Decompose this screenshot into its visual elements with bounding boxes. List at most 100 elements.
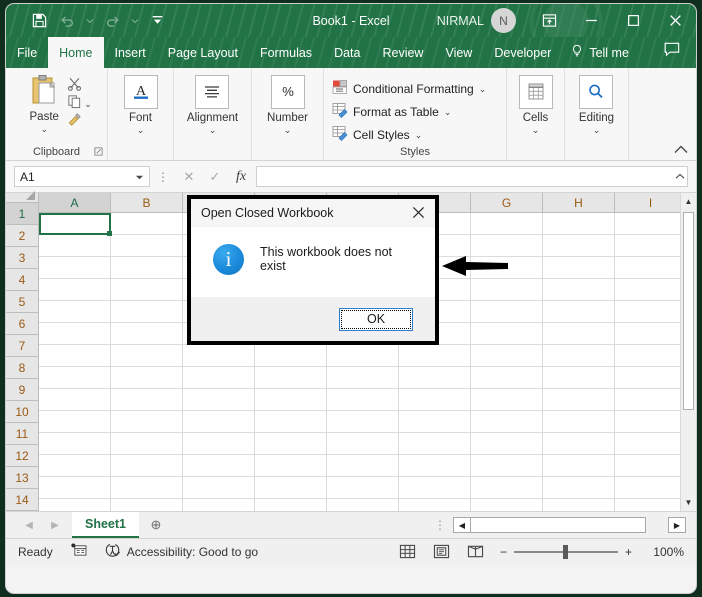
redo-chevron-down-icon[interactable] (127, 9, 142, 33)
cell-C10[interactable] (183, 411, 255, 433)
cell-G9[interactable] (471, 389, 543, 411)
row-header-9[interactable]: 9 (6, 379, 39, 401)
cell-F13[interactable] (399, 477, 471, 499)
cells-button[interactable]: Cells ⌄ (512, 72, 560, 135)
cell-H2[interactable] (543, 235, 615, 257)
row-header-12[interactable]: 12 (6, 445, 39, 467)
cell-D7[interactable] (255, 345, 327, 367)
cell-I10[interactable] (615, 411, 687, 433)
cell-C14[interactable] (183, 499, 255, 511)
cell-styles-chevron-down-icon[interactable]: ⌄ (415, 130, 423, 140)
column-header-H[interactable]: H (543, 193, 615, 213)
cell-G6[interactable] (471, 323, 543, 345)
scroll-right-icon[interactable]: ▶ (668, 517, 686, 533)
cell-B9[interactable] (111, 389, 183, 411)
save-icon[interactable] (26, 9, 52, 33)
cell-A1[interactable] (39, 213, 111, 235)
cell-G8[interactable] (471, 367, 543, 389)
conditional-formatting-button[interactable]: Conditional Formatting ⌄ (332, 78, 486, 99)
customize-quick-access-icon[interactable] (144, 9, 170, 33)
cell-B6[interactable] (111, 323, 183, 345)
tab-file[interactable]: File (6, 37, 48, 68)
cell-I11[interactable] (615, 433, 687, 455)
cell-H12[interactable] (543, 455, 615, 477)
cell-A5[interactable] (39, 301, 111, 323)
cell-A9[interactable] (39, 389, 111, 411)
cell-E11[interactable] (327, 433, 399, 455)
cell-B13[interactable] (111, 477, 183, 499)
tab-data[interactable]: Data (323, 37, 371, 68)
tab-insert[interactable]: Insert (104, 37, 157, 68)
cell-A4[interactable] (39, 279, 111, 301)
cell-F7[interactable] (399, 345, 471, 367)
vertical-scrollbar[interactable]: ▲ ▼ (680, 193, 696, 511)
alignment-chevron-down-icon[interactable]: ⌄ (209, 125, 217, 135)
cell-E12[interactable] (327, 455, 399, 477)
cell-I5[interactable] (615, 301, 687, 323)
cell-B5[interactable] (111, 301, 183, 323)
cell-D8[interactable] (255, 367, 327, 389)
cell-G14[interactable] (471, 499, 543, 511)
expand-formula-bar-icon[interactable] (672, 166, 688, 187)
alignment-button[interactable]: Alignment ⌄ (180, 72, 245, 135)
enter-checkmark-icon[interactable]: ✓ (202, 169, 228, 185)
tab-developer[interactable]: Developer (483, 37, 562, 68)
font-button[interactable]: A Font ⌄ (117, 72, 165, 135)
cell-F14[interactable] (399, 499, 471, 511)
horizontal-scrollbar[interactable]: ◀ ▶ (453, 517, 696, 533)
column-header-A[interactable]: A (39, 193, 111, 213)
page-break-preview-icon[interactable] (466, 543, 486, 560)
chevron-down-icon[interactable] (135, 170, 144, 184)
zoom-out-icon[interactable]: − (500, 545, 507, 559)
comments-icon[interactable] (664, 42, 680, 62)
page-layout-view-icon[interactable] (432, 543, 452, 560)
column-header-I[interactable]: I (615, 193, 687, 213)
cell-E14[interactable] (327, 499, 399, 511)
format-as-table-button[interactable]: Format as Table ⌄ (332, 101, 486, 122)
avatar[interactable]: N (491, 8, 516, 33)
number-chevron-down-icon[interactable]: ⌄ (284, 125, 292, 135)
cell-F10[interactable] (399, 411, 471, 433)
cell-A10[interactable] (39, 411, 111, 433)
cell-A11[interactable] (39, 433, 111, 455)
cell-C12[interactable] (183, 455, 255, 477)
add-sheet-icon[interactable]: ⊕ (139, 517, 173, 533)
cell-A12[interactable] (39, 455, 111, 477)
cell-I12[interactable] (615, 455, 687, 477)
next-sheet-icon[interactable]: ▶ (42, 520, 68, 531)
cell-B12[interactable] (111, 455, 183, 477)
cell-D13[interactable] (255, 477, 327, 499)
redo-icon[interactable] (99, 9, 125, 33)
undo-icon[interactable] (54, 9, 80, 33)
cell-D14[interactable] (255, 499, 327, 511)
column-header-B[interactable]: B (111, 193, 183, 213)
row-header-4[interactable]: 4 (6, 269, 39, 291)
cell-G5[interactable] (471, 301, 543, 323)
paste-chevron-down-icon[interactable]: ⌄ (40, 124, 48, 134)
cell-H11[interactable] (543, 433, 615, 455)
row-header-5[interactable]: 5 (6, 291, 39, 313)
horizontal-scroll-track[interactable] (471, 517, 646, 533)
cell-I1[interactable] (615, 213, 687, 235)
cell-I7[interactable] (615, 345, 687, 367)
cell-I8[interactable] (615, 367, 687, 389)
cell-A2[interactable] (39, 235, 111, 257)
cells-chevron-down-icon[interactable]: ⌄ (532, 125, 540, 135)
cell-H6[interactable] (543, 323, 615, 345)
cell-G1[interactable] (471, 213, 543, 235)
zoom-thumb[interactable] (562, 544, 568, 559)
maximize-icon[interactable] (612, 4, 654, 37)
zoom-slider[interactable]: − + (500, 544, 632, 559)
row-header-14[interactable]: 14 (6, 489, 39, 511)
sheet-tab-sheet1[interactable]: Sheet1 (72, 512, 139, 538)
close-icon[interactable] (654, 4, 696, 37)
tell-me-search[interactable]: Tell me (562, 37, 637, 68)
cell-B11[interactable] (111, 433, 183, 455)
tab-page-layout[interactable]: Page Layout (157, 37, 249, 68)
cell-E13[interactable] (327, 477, 399, 499)
cell-B2[interactable] (111, 235, 183, 257)
cell-H10[interactable] (543, 411, 615, 433)
format-as-table-chevron-down-icon[interactable]: ⌄ (444, 107, 452, 117)
cell-H3[interactable] (543, 257, 615, 279)
cell-D10[interactable] (255, 411, 327, 433)
